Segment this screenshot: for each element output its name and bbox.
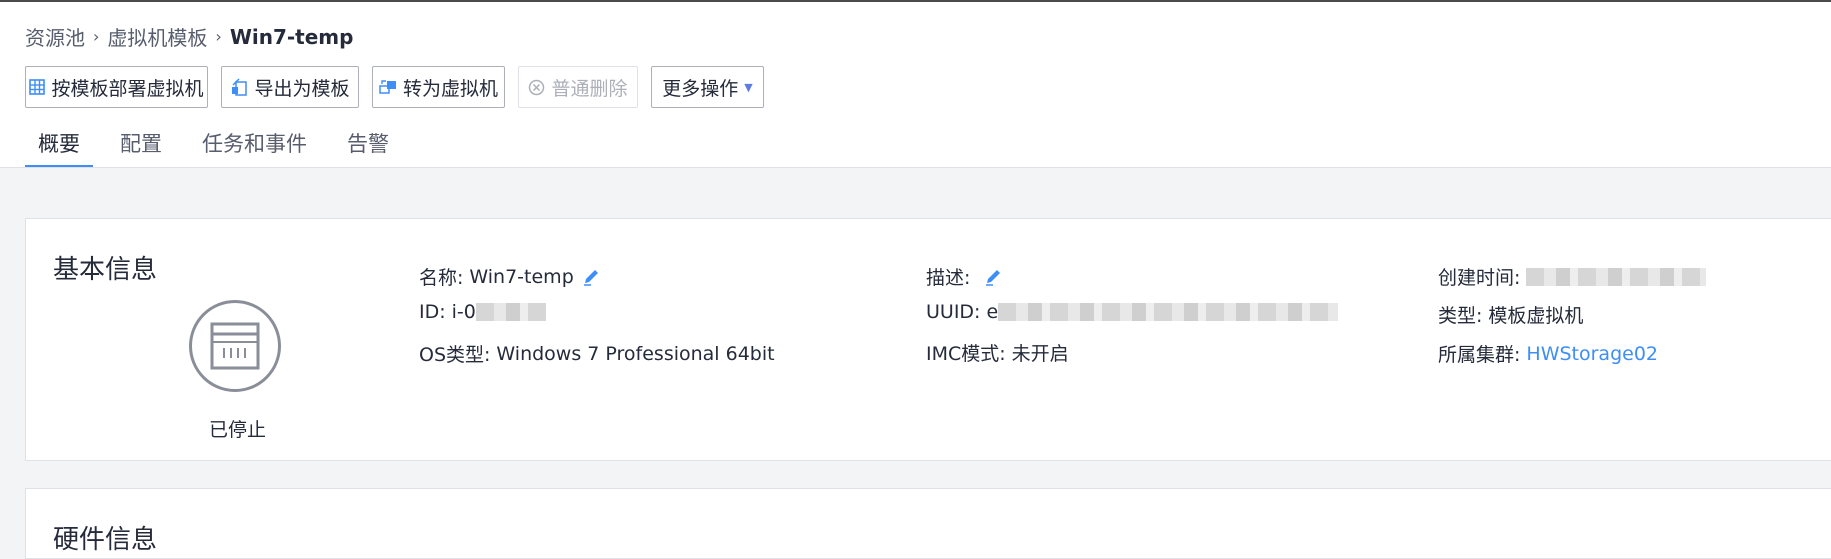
id-redacted (475, 303, 546, 321)
description-field: 描述: (926, 263, 1002, 290)
convert-to-vm-button[interactable]: 转为虚拟机 (372, 66, 505, 108)
type-field: 类型: 模板虚拟机 (1438, 301, 1583, 328)
convert-to-vm-label: 转为虚拟机 (402, 77, 498, 100)
basic-info-card: 基本信息 已停止 名称: Win7-temp ID: i-0 OS类型: Win… (25, 218, 1831, 461)
os-type-value: Windows 7 Professional 64bit (496, 342, 775, 365)
id-label: ID: (419, 301, 446, 323)
breadcrumb-separator: › (93, 27, 100, 46)
cluster-field: 所属集群: HWStorage02 (1438, 340, 1658, 367)
breadcrumb-current: Win7-temp (229, 24, 354, 49)
breadcrumb: 资源池 › 虚拟机模板 › Win7-temp (25, 22, 353, 51)
toolbar: 按模板部署虚拟机 导出为模板 转为虚拟机 普通删除 更多操作 ▼ (25, 66, 777, 108)
uuid-value: e (986, 301, 999, 323)
window-top-border (0, 0, 1831, 2)
uuid-field: UUID: e (926, 301, 1339, 323)
more-actions-label: 更多操作 (662, 77, 739, 100)
edit-name-icon[interactable] (582, 268, 600, 286)
export-template-button[interactable]: 导出为模板 (221, 66, 359, 108)
delete-label: 普通删除 (551, 77, 628, 100)
hardware-info-card: 硬件信息 (25, 488, 1831, 559)
more-actions-dropdown[interactable]: 更多操作 ▼ (651, 66, 764, 108)
breadcrumb-item-resource-pool[interactable]: 资源池 (25, 22, 85, 51)
breadcrumb-item-vm-templates[interactable]: 虚拟机模板 (107, 22, 207, 51)
close-circle-icon (528, 79, 545, 96)
export-template-label: 导出为模板 (254, 77, 350, 100)
stopped-status-icon (189, 300, 281, 392)
caret-down-icon: ▼ (744, 80, 753, 94)
hardware-info-title: 硬件信息 (53, 525, 158, 555)
basic-info-title: 基本信息 (53, 255, 158, 285)
description-label: 描述: (926, 267, 971, 289)
breadcrumb-separator: › (215, 27, 222, 46)
cluster-link[interactable]: HWStorage02 (1526, 343, 1658, 365)
cluster-label: 所属集群: (1438, 344, 1521, 366)
imc-mode-label: IMC模式: (926, 343, 1006, 365)
imc-mode-field: IMC模式: 未开启 (926, 339, 1069, 366)
tab-tasks-events[interactable]: 任务和事件 (189, 128, 320, 168)
created-time-redacted (1526, 267, 1707, 286)
created-time-field: 创建时间: (1438, 263, 1707, 290)
created-time-label: 创建时间: (1438, 267, 1521, 289)
deploy-from-template-label: 按模板部署虚拟机 (51, 77, 204, 100)
name-label: 名称: (419, 267, 464, 289)
os-type-field: OS类型: Windows 7 Professional 64bit (419, 340, 775, 367)
export-icon (230, 78, 248, 96)
deploy-from-template-button[interactable]: 按模板部署虚拟机 (25, 66, 208, 108)
status-label: 已停止 (209, 419, 267, 441)
edit-description-icon[interactable] (984, 268, 1002, 286)
tab-alarms[interactable]: 告警 (334, 128, 402, 168)
name-value: Win7-temp (469, 265, 574, 288)
convert-icon (379, 78, 397, 96)
uuid-label: UUID: (926, 301, 981, 323)
os-type-label: OS类型: (419, 344, 491, 366)
type-value: 模板虚拟机 (1488, 305, 1584, 327)
id-field: ID: i-0 (419, 301, 546, 323)
delete-button[interactable]: 普通删除 (518, 66, 638, 108)
type-label: 类型: (1438, 305, 1483, 327)
name-field: 名称: Win7-temp (419, 263, 600, 290)
tab-summary[interactable]: 概要 (25, 128, 93, 168)
tab-configuration[interactable]: 配置 (107, 128, 175, 168)
imc-mode-value: 未开启 (1011, 343, 1069, 365)
grid-icon (29, 79, 46, 95)
uuid-redacted (998, 303, 1339, 321)
id-value: i-0 (451, 301, 476, 323)
tab-bar: 概要 配置 任务和事件 告警 (25, 128, 416, 168)
